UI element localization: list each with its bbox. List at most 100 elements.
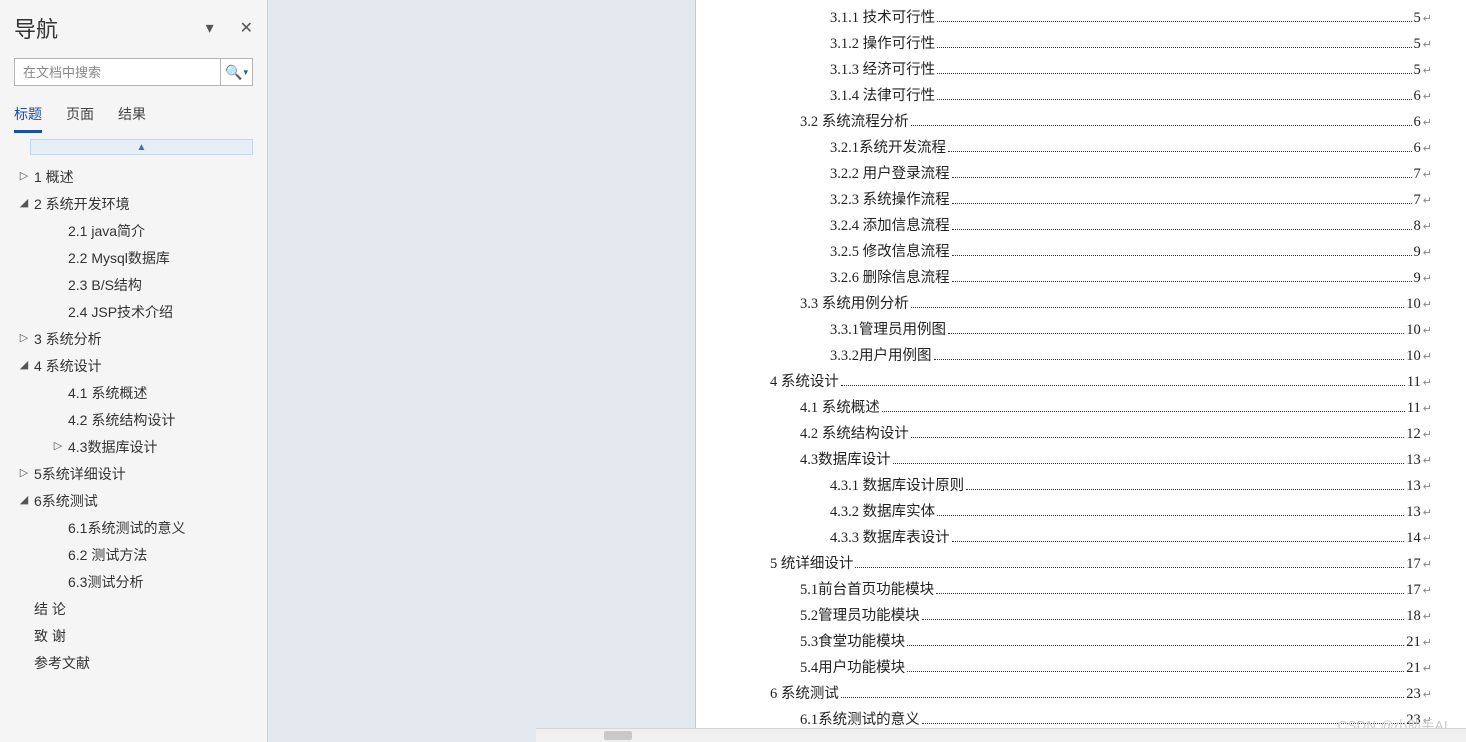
toc-entry[interactable]: 5.1前台首页功能模块17↵ — [770, 578, 1432, 604]
toc-entry[interactable]: 5 统详细设计 17↵ — [770, 552, 1432, 578]
toc-entry[interactable]: 5.2管理员功能模块18↵ — [770, 604, 1432, 630]
outline-item[interactable]: 6.1系统测试的意义 — [10, 514, 257, 541]
toc-title: 3.3 系统用例分析 — [800, 292, 909, 313]
triangle-right-icon[interactable]: ▷ — [16, 333, 32, 344]
triangle-down-icon[interactable]: ◢ — [16, 198, 32, 209]
toc-leader-dots — [922, 619, 1405, 620]
toc-entry[interactable]: 4 系统设计11↵ — [770, 370, 1432, 396]
collapse-all-button[interactable]: ▲ — [30, 139, 253, 155]
outline-item[interactable]: 2.1 java简介 — [10, 217, 257, 244]
triangle-right-icon[interactable]: ▷ — [16, 171, 32, 182]
tab-results[interactable]: 结果 — [118, 104, 146, 133]
toc-entry[interactable]: 3.2.2 用户登录流程7↵ — [770, 162, 1432, 188]
toc-entry[interactable]: 3.2.5 修改信息流程9↵ — [770, 240, 1432, 266]
outline-item[interactable]: ◢4 系统设计 — [10, 352, 257, 379]
toc-title: 6 系统测试 — [770, 682, 839, 703]
close-icon[interactable]: ✕ — [240, 18, 253, 38]
toc-title: 3.1.2 操作可行性 — [830, 32, 935, 53]
toc-page-number: 5↵ — [1414, 62, 1432, 79]
toc-leader-dots — [893, 463, 1405, 464]
toc-entry[interactable]: 5.3食堂功能模块21↵ — [770, 630, 1432, 656]
toc-entry[interactable]: 3.1.1 技术可行性5↵ — [770, 6, 1432, 32]
outline-item[interactable]: 2.2 Mysql数据库 — [10, 244, 257, 271]
toc-entry[interactable]: 3.2.3 系统操作流程7↵ — [770, 188, 1432, 214]
paragraph-mark-icon: ↵ — [1423, 64, 1432, 77]
search-button[interactable]: 🔍▾ — [220, 59, 252, 85]
toc-entry[interactable]: 3.1.3 经济可行性5↵ — [770, 58, 1432, 84]
toc-entry[interactable]: 3.2.6 删除信息流程9↵ — [770, 266, 1432, 292]
toc-entry[interactable]: 5.4用户功能模块21↵ — [770, 656, 1432, 682]
toc-leader-dots — [966, 489, 1404, 490]
toc-entry[interactable]: 3.2.1系统开发流程6↵ — [770, 136, 1432, 162]
toc-entry[interactable]: 4.3.1 数据库设计原则13↵ — [770, 474, 1432, 500]
search-input[interactable] — [15, 59, 220, 85]
chevron-down-icon[interactable]: ▾ — [206, 18, 214, 38]
toc-title: 3.3.1管理员用例图 — [830, 318, 946, 339]
paragraph-mark-icon: ↵ — [1423, 246, 1432, 259]
outline-item[interactable]: ▷5系统详细设计 — [10, 460, 257, 487]
outline-tree: ▷1 概述◢2 系统开发环境2.1 java简介2.2 Mysql数据库2.3 … — [0, 161, 267, 686]
toc-entry[interactable]: 3.1.2 操作可行性5↵ — [770, 32, 1432, 58]
tab-headings[interactable]: 标题 — [14, 104, 42, 133]
outline-item[interactable]: 6.2 测试方法 — [10, 541, 257, 568]
toc-leader-dots — [937, 47, 1411, 48]
toc-entry[interactable]: 6 系统测试 23↵ — [770, 682, 1432, 708]
outline-item[interactable]: 4.1 系统概述 — [10, 379, 257, 406]
toc-entry[interactable]: 4.1 系统概述11↵ — [770, 396, 1432, 422]
toc-title: 5 统详细设计 — [770, 552, 853, 573]
document-page[interactable]: 3.1.1 技术可行性5↵3.1.2 操作可行性5↵3.1.3 经济可行性5↵3… — [696, 0, 1466, 742]
triangle-right-icon[interactable]: ▷ — [16, 468, 32, 479]
toc-page-number: 6↵ — [1414, 88, 1432, 105]
outline-item-label: 5系统详细设计 — [32, 464, 126, 484]
triangle-down-icon[interactable]: ◢ — [16, 360, 32, 371]
toc-page-number: 23↵ — [1406, 686, 1432, 703]
outline-item[interactable]: ◢6系统测试 — [10, 487, 257, 514]
toc-page-number: 11↵ — [1407, 400, 1432, 417]
outline-item-label: 2.3 B/S结构 — [66, 275, 142, 295]
outline-item-label: 1 概述 — [32, 167, 74, 187]
toc-title: 4.3.1 数据库设计原则 — [830, 474, 964, 495]
scrollbar-thumb[interactable] — [604, 731, 632, 740]
outline-item[interactable]: ▷3 系统分析 — [10, 325, 257, 352]
toc-page-number: 13↵ — [1406, 504, 1432, 521]
toc-entry[interactable]: 3.2.4 添加信息流程8↵ — [770, 214, 1432, 240]
paragraph-mark-icon: ↵ — [1423, 298, 1432, 311]
outline-item[interactable]: ▷4.3数据库设计 — [10, 433, 257, 460]
toc-page-number: 17↵ — [1406, 556, 1432, 573]
paragraph-mark-icon: ↵ — [1423, 12, 1432, 25]
toc-title: 3.2.1系统开发流程 — [830, 136, 946, 157]
outline-item[interactable]: 4.2 系统结构设计 — [10, 406, 257, 433]
toc-title: 3.1.4 法律可行性 — [830, 84, 935, 105]
toc-title: 6.1系统测试的意义 — [800, 708, 920, 729]
triangle-right-icon[interactable]: ▷ — [50, 441, 66, 452]
toc-entry[interactable]: 4.3.2 数据库实体13↵ — [770, 500, 1432, 526]
toc-title: 4 系统设计 — [770, 370, 839, 391]
toc-entry[interactable]: 3.1.4 法律可行性 6↵ — [770, 84, 1432, 110]
outline-item[interactable]: 结 论 — [10, 595, 257, 622]
toc-entry[interactable]: 4.3数据库设计13↵ — [770, 448, 1432, 474]
outline-item[interactable]: 致 谢 — [10, 622, 257, 649]
toc-entry[interactable]: 3.3.1管理员用例图10↵ — [770, 318, 1432, 344]
outline-item[interactable]: ◢2 系统开发环境 — [10, 190, 257, 217]
outline-item[interactable]: ▷1 概述 — [10, 163, 257, 190]
toc-leader-dots — [952, 541, 1405, 542]
tab-pages[interactable]: 页面 — [66, 104, 94, 133]
outline-item[interactable]: 2.3 B/S结构 — [10, 271, 257, 298]
toc-title: 5.3食堂功能模块 — [800, 630, 905, 651]
paragraph-mark-icon: ↵ — [1423, 324, 1432, 337]
outline-item[interactable]: 6.3测试分析 — [10, 568, 257, 595]
outline-item-label: 6.1系统测试的意义 — [66, 518, 185, 538]
toc-page-number: 9↵ — [1414, 244, 1432, 261]
outline-item[interactable]: 参考文献 — [10, 649, 257, 676]
outline-item-label: 4.1 系统概述 — [66, 383, 147, 403]
outline-item[interactable]: 2.4 JSP技术介绍 — [10, 298, 257, 325]
toc-page-number: 18↵ — [1406, 608, 1432, 625]
toc-entry[interactable]: 3.3.2用户用例图10↵ — [770, 344, 1432, 370]
toc-entry[interactable]: 4.2 系统结构设计12↵ — [770, 422, 1432, 448]
toc-entry[interactable]: 4.3.3 数据库表设计14↵ — [770, 526, 1432, 552]
toc-entry[interactable]: 3.3 系统用例分析10↵ — [770, 292, 1432, 318]
toc-entry[interactable]: 3.2 系统流程分析6↵ — [770, 110, 1432, 136]
horizontal-scrollbar[interactable] — [536, 728, 1466, 742]
triangle-down-icon[interactable]: ◢ — [16, 495, 32, 506]
outline-item-label: 致 谢 — [32, 626, 66, 646]
